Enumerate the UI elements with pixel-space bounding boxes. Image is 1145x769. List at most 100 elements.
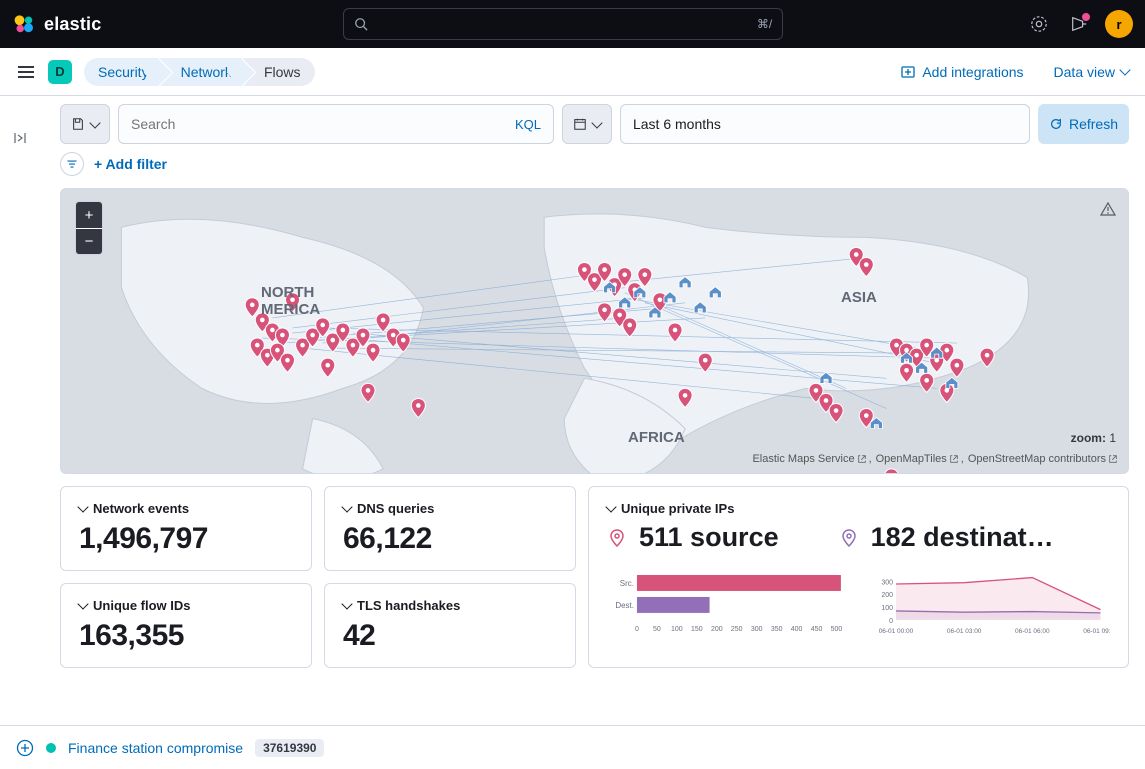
attrib-elastic[interactable]: Elastic Maps Service	[752, 453, 854, 465]
stat-tls-handshakes: TLS handshakes 42	[324, 583, 576, 668]
stat-label: DNS queries	[357, 501, 434, 516]
stat-label: Network events	[93, 501, 189, 516]
svg-text:250: 250	[731, 626, 743, 633]
add-filter-button[interactable]: + Add filter	[94, 156, 167, 172]
map-attribution: Elastic Maps Service , OpenMapTiles , Op…	[752, 453, 1118, 465]
search-input[interactable]	[131, 116, 515, 132]
chevron-down-icon[interactable]	[341, 598, 352, 609]
date-range-text: Last 6 months	[633, 116, 721, 132]
svg-text:06-01 03:00: 06-01 03:00	[946, 628, 981, 635]
svg-text:400: 400	[791, 626, 803, 633]
breadcrumb: Security Network Flows	[84, 58, 315, 86]
svg-text:06-01 00:00: 06-01 00:00	[878, 628, 913, 635]
breadcrumb-security[interactable]: Security	[84, 58, 163, 86]
filter-options-icon[interactable]	[60, 152, 84, 176]
add-timeline-icon[interactable]	[16, 739, 34, 757]
user-avatar[interactable]: r	[1105, 10, 1133, 38]
svg-text:0: 0	[635, 626, 639, 633]
stat-value: 66,122	[343, 522, 557, 556]
global-search-wrap: ⌘/	[101, 8, 1025, 40]
chevron-down-icon	[89, 117, 100, 128]
chevron-down-icon[interactable]	[77, 598, 88, 609]
svg-text:150: 150	[691, 626, 703, 633]
stat-value: 42	[343, 619, 557, 653]
newsfeed-icon[interactable]	[1065, 10, 1093, 38]
destination-pin-icon	[839, 528, 859, 548]
network-map[interactable]: + − NORTH MERICA ASIA AFRICA zoom: 1 Ela…	[60, 188, 1129, 474]
svg-text:500: 500	[831, 626, 843, 633]
source-pin-icon	[607, 528, 627, 548]
global-search[interactable]: ⌘/	[343, 8, 783, 40]
nav-toggle-icon[interactable]	[16, 62, 36, 82]
help-icon[interactable]	[1025, 10, 1053, 38]
attrib-osm[interactable]: OpenStreetMap contributors	[968, 453, 1106, 465]
svg-text:200: 200	[881, 592, 893, 599]
elastic-logo[interactable]: elastic	[12, 12, 101, 36]
chevron-down-icon[interactable]	[77, 501, 88, 512]
stat-unique-private-ips: Unique private IPs 511 source 182 destin…	[588, 486, 1129, 668]
kql-search[interactable]: KQL	[118, 104, 554, 144]
space-badge[interactable]: D	[48, 60, 72, 84]
svg-text:Dest.: Dest.	[615, 601, 634, 610]
status-dot	[46, 743, 56, 753]
svg-text:50: 50	[653, 626, 661, 633]
timeline-title[interactable]: Finance station compromise	[68, 740, 243, 756]
svg-text:300: 300	[751, 626, 763, 633]
stat-value: 1,496,797	[79, 522, 293, 556]
add-integrations-button[interactable]: Add integrations	[900, 64, 1023, 80]
saved-queries-button[interactable]	[60, 104, 110, 144]
date-quick-select-button[interactable]	[562, 104, 612, 144]
stat-network-events: Network events 1,496,797	[60, 486, 312, 571]
header-actions: r	[1025, 10, 1133, 38]
chevron-down-icon[interactable]	[605, 501, 616, 512]
integrations-icon	[900, 64, 916, 80]
timeline-footer: Finance station compromise 37619390	[0, 725, 1145, 769]
svg-text:06-01 09:00: 06-01 09:00	[1083, 628, 1110, 635]
warning-icon[interactable]	[1100, 201, 1116, 220]
ip-bar-chart: Src.Dest.050100150200250300350400450500	[607, 573, 847, 643]
data-view-button[interactable]: Data view	[1054, 64, 1129, 80]
chevron-down-icon[interactable]	[341, 501, 352, 512]
stat-label: TLS handshakes	[357, 598, 460, 613]
chevron-down-icon	[591, 117, 602, 128]
refresh-icon	[1049, 117, 1063, 131]
query-bar: KQL Last 6 months Refresh	[44, 96, 1145, 152]
stat-label: Unique flow IDs	[93, 598, 191, 613]
ip-area-chart: 010020030006-01 00:0006-01 03:0006-01 06…	[871, 573, 1111, 643]
collapse-sidebar-icon[interactable]	[12, 130, 28, 149]
zoom-out-button[interactable]: −	[76, 228, 102, 254]
svg-text:Src.: Src.	[620, 579, 634, 588]
brand-text: elastic	[44, 14, 101, 35]
attrib-openmaptiles[interactable]: OpenMapTiles	[876, 453, 947, 465]
stat-label: Unique private IPs	[621, 501, 734, 516]
source-count: 511 source	[639, 522, 779, 553]
svg-text:450: 450	[811, 626, 823, 633]
kql-badge[interactable]: KQL	[515, 117, 541, 132]
global-header: elastic ⌘/ r	[0, 0, 1145, 48]
svg-text:06-01 06:00: 06-01 06:00	[1015, 628, 1050, 635]
refresh-button[interactable]: Refresh	[1038, 104, 1129, 144]
refresh-label: Refresh	[1069, 116, 1118, 132]
add-integrations-label: Add integrations	[922, 64, 1023, 80]
search-icon	[354, 17, 368, 31]
elastic-logo-icon	[12, 12, 36, 36]
svg-text:0: 0	[889, 618, 893, 625]
svg-text:100: 100	[881, 605, 893, 612]
zoom-in-button[interactable]: +	[76, 202, 102, 228]
stat-value: 163,355	[79, 619, 293, 653]
search-shortcut: ⌘/	[757, 17, 772, 31]
calendar-icon	[573, 117, 587, 131]
stats-row: Network events 1,496,797 Unique flow IDs…	[44, 474, 1145, 680]
chevron-down-icon	[1119, 64, 1130, 75]
external-link-icon	[1108, 454, 1118, 464]
breadcrumb-network[interactable]: Network	[163, 58, 246, 86]
destination-count: 182 destinat…	[871, 522, 1054, 553]
filter-bar: + Add filter	[44, 152, 1145, 188]
svg-text:100: 100	[671, 626, 683, 633]
disk-icon	[71, 117, 85, 131]
date-range-display[interactable]: Last 6 months	[620, 104, 1030, 144]
sub-header: D Security Network Flows Add integration…	[0, 48, 1145, 96]
stat-unique-flow-ids: Unique flow IDs 163,355	[60, 583, 312, 668]
zoom-level: zoom: 1	[1071, 431, 1116, 445]
svg-text:200: 200	[711, 626, 723, 633]
